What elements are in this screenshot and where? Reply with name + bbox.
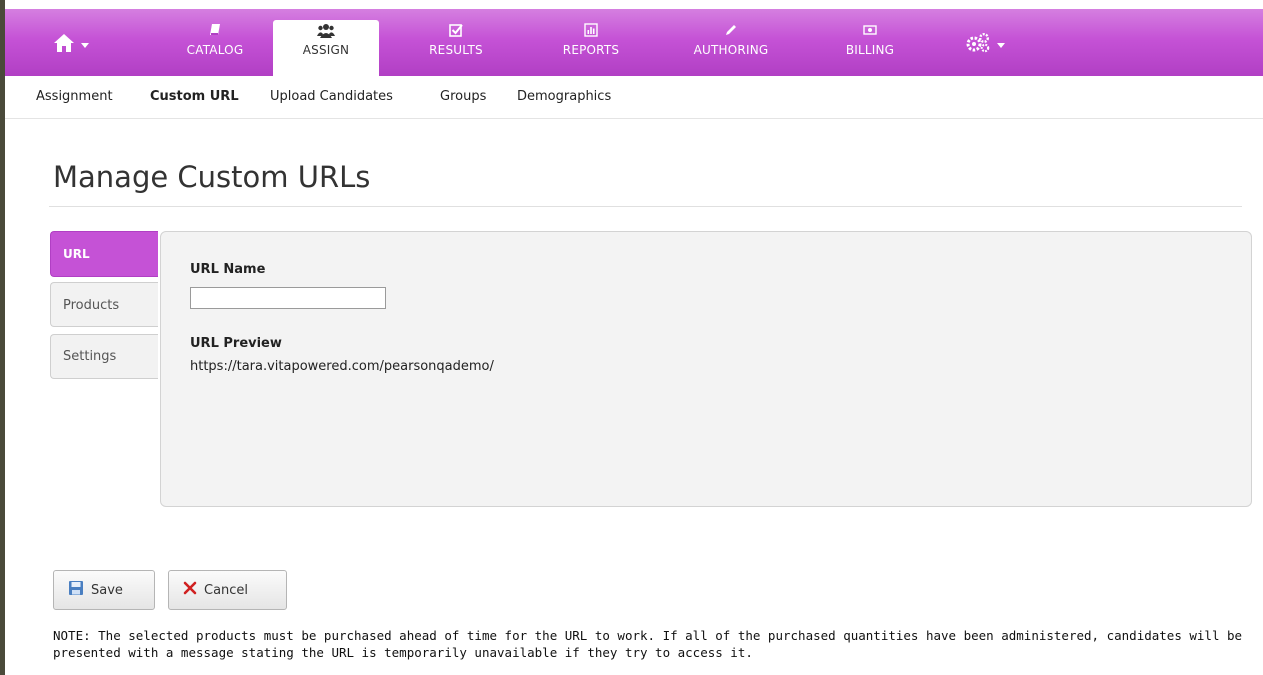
home-menu[interactable] bbox=[53, 33, 89, 57]
nav-reports[interactable]: REPORTS bbox=[543, 9, 639, 76]
nav-authoring-label: AUTHORING bbox=[693, 43, 769, 57]
book-icon bbox=[209, 23, 221, 39]
note-text: NOTE: The selected products must be purc… bbox=[53, 628, 1243, 660]
url-preview-value: https://tara.vitapowered.com/pearsonqade… bbox=[190, 359, 494, 374]
sub-navigation: Assignment Custom URL Upload Candidates … bbox=[5, 76, 1263, 119]
nav-results-label: RESULTS bbox=[429, 43, 483, 57]
nav-assign[interactable]: ASSIGN bbox=[273, 20, 379, 76]
home-icon bbox=[53, 33, 75, 57]
cancel-button-label: Cancel bbox=[204, 582, 249, 598]
save-button[interactable]: Save bbox=[53, 570, 155, 610]
nav-assign-label: ASSIGN bbox=[302, 43, 350, 57]
subnav-assignment[interactable]: Assignment bbox=[36, 89, 113, 104]
tab-url-label: URL bbox=[63, 247, 90, 261]
nav-catalog[interactable]: CATALOG bbox=[165, 9, 265, 76]
cancel-button[interactable]: Cancel bbox=[168, 570, 287, 610]
subnav-custom-url[interactable]: Custom URL bbox=[150, 89, 239, 104]
top-navigation-bar: CATALOG ASSIGN RESULTS REPORTS AUTHORING… bbox=[5, 9, 1263, 77]
tab-products-label: Products bbox=[63, 298, 120, 313]
settings-menu[interactable] bbox=[965, 32, 1005, 58]
nav-reports-label: REPORTS bbox=[562, 43, 620, 57]
users-icon bbox=[317, 23, 335, 39]
bar-chart-icon bbox=[584, 23, 598, 39]
title-divider bbox=[49, 206, 1242, 207]
save-icon bbox=[68, 580, 84, 600]
url-name-label: URL Name bbox=[190, 262, 266, 277]
nav-billing[interactable]: BILLING bbox=[825, 9, 915, 76]
nav-catalog-label: CATALOG bbox=[186, 43, 244, 57]
tab-settings[interactable]: Settings bbox=[50, 334, 158, 379]
save-button-label: Save bbox=[91, 582, 123, 598]
url-preview-label: URL Preview bbox=[190, 336, 282, 351]
close-icon bbox=[183, 581, 197, 599]
top-strip bbox=[5, 0, 1263, 9]
chevron-down-icon bbox=[81, 42, 89, 48]
subnav-demographics[interactable]: Demographics bbox=[517, 89, 611, 104]
tab-products[interactable]: Products bbox=[50, 282, 158, 327]
chevron-down-icon bbox=[997, 42, 1005, 48]
subnav-upload-candidates[interactable]: Upload Candidates bbox=[270, 89, 393, 104]
gears-icon bbox=[965, 32, 991, 58]
nav-results[interactable]: RESULTS bbox=[413, 9, 499, 76]
money-icon bbox=[863, 23, 877, 39]
tab-url[interactable]: URL bbox=[50, 231, 158, 277]
pencil-icon bbox=[724, 23, 738, 39]
nav-billing-label: BILLING bbox=[845, 43, 895, 57]
page-title: Manage Custom URLs bbox=[53, 160, 371, 194]
checkbox-icon bbox=[449, 23, 463, 39]
url-name-input[interactable] bbox=[190, 287, 386, 309]
nav-authoring[interactable]: AUTHORING bbox=[671, 9, 791, 76]
subnav-groups[interactable]: Groups bbox=[440, 89, 486, 104]
tab-settings-label: Settings bbox=[63, 349, 117, 364]
